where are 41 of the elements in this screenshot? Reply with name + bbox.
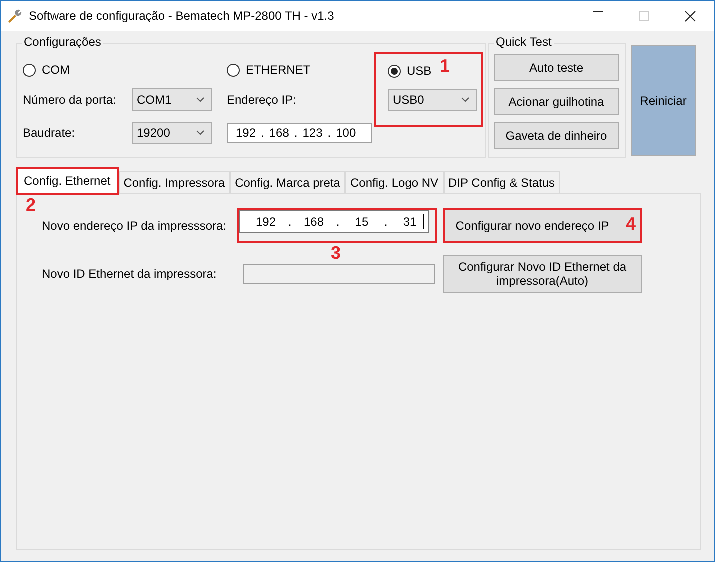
test-button[interactable]: Gaveta de dinheiro — [494, 122, 619, 149]
dropdown[interactable]: COM1 — [132, 88, 212, 111]
radio-option[interactable]: USB — [388, 61, 432, 81]
group-title: Configurações — [24, 35, 102, 49]
field-label: Baudrate: — [23, 126, 76, 140]
radio-circle[interactable] — [23, 64, 36, 76]
test-button[interactable]: Auto teste — [494, 54, 619, 81]
tab[interactable]: Config. Impressora — [118, 171, 230, 193]
restart-button[interactable]: Reiniciar — [631, 45, 696, 156]
chevron-down-icon — [196, 96, 205, 102]
annotation-number: 3 — [331, 243, 342, 263]
ip-address-field[interactable]: 192 . 168 . 15 . 31 — [239, 210, 429, 233]
field-label: Número da porta: — [23, 92, 118, 106]
radio-option[interactable]: ETHERNET — [227, 63, 311, 77]
text-caret — [423, 214, 424, 229]
tab[interactable]: DIP Config & Status — [444, 171, 560, 193]
configure-button[interactable]: Configurar Novo ID Ethernet da impressora(Auto) — [443, 255, 642, 293]
chevron-down-icon — [461, 97, 470, 103]
radio-option[interactable]: COM — [23, 63, 70, 77]
close-icon[interactable] — [685, 10, 696, 22]
annotation-number: 2 — [26, 195, 36, 215]
tab[interactable]: Config. Ethernet — [18, 169, 117, 193]
tab[interactable]: Config. Marca preta — [230, 171, 346, 193]
ip-address-field[interactable]: 192 . 168 . 123 . 100 — [227, 123, 372, 143]
field-label: Endereço IP: — [227, 92, 296, 106]
tab[interactable]: Config. Logo NV — [345, 171, 444, 193]
radio-circle[interactable] — [227, 64, 240, 76]
group-title: Quick Test — [496, 35, 552, 49]
radio-circle[interactable] — [388, 64, 401, 78]
wrench-icon — [7, 8, 23, 24]
text-field[interactable] — [243, 264, 435, 284]
annotation-number: 1 — [440, 56, 450, 76]
annotation-number: 4 — [626, 214, 636, 234]
field-label: Novo endereço IP da impresssora: — [42, 218, 228, 232]
chevron-down-icon — [196, 130, 205, 136]
test-button[interactable]: Acionar guilhotina — [494, 88, 619, 115]
field-label: Novo ID Ethernet da impressora: — [42, 267, 218, 281]
minimize-icon[interactable] — [593, 10, 603, 12]
window-title: Software de configuração - Bematech MP-2800 TH - v1.3 — [29, 9, 334, 23]
dropdown[interactable]: USB0 — [388, 89, 477, 111]
dropdown[interactable]: 19200 — [132, 122, 212, 144]
